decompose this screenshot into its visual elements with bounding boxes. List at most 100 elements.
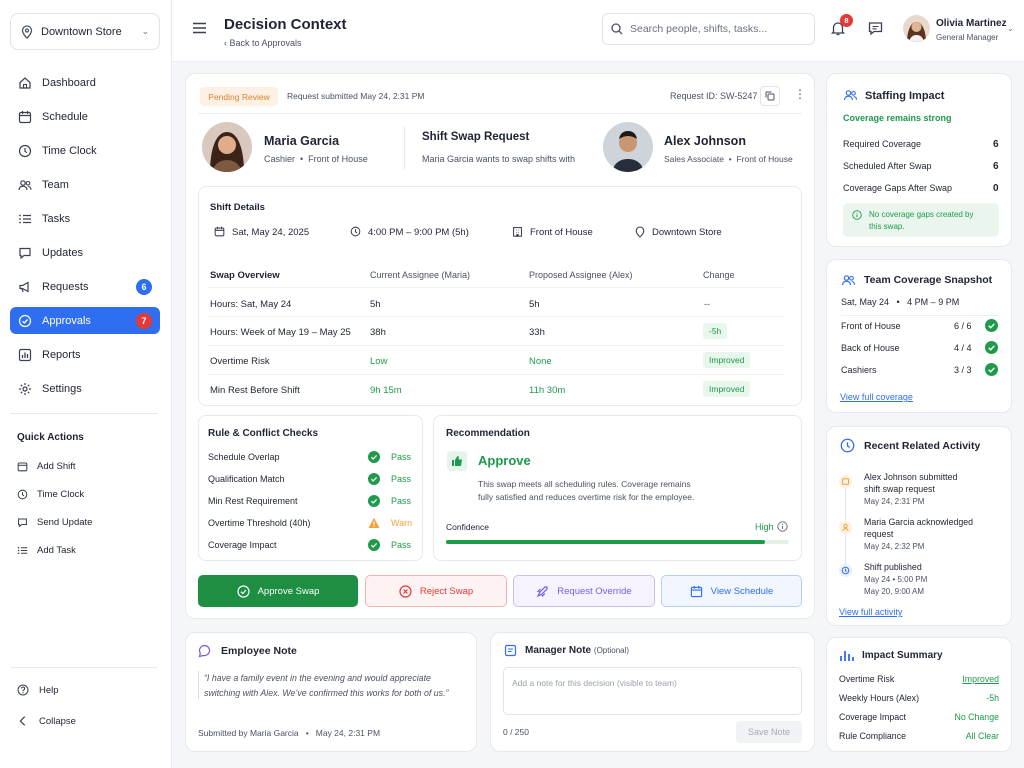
message-icon [18, 517, 27, 528]
sidebar-item-requests[interactable]: Requests 6 [10, 273, 160, 300]
view-full-coverage-link[interactable]: View full coverage [840, 392, 913, 402]
coverage-row-value: 4 / 4 [954, 343, 972, 353]
coverage-row-value: 3 / 3 [954, 365, 972, 375]
collapse-label: Collapse [39, 715, 76, 727]
manager-note-optional: (Optional) [593, 646, 630, 655]
rule-checks-panel: Rule & Conflict Checks Schedule Overlap P… [198, 415, 423, 561]
approve-swap-button[interactable]: Approve Swap [198, 575, 358, 607]
user-avatar[interactable] [903, 15, 930, 42]
store-selector[interactable]: Downtown Store ⌄ [10, 13, 160, 50]
info-icon [852, 210, 862, 220]
request-override-button[interactable]: Request Override [513, 575, 655, 607]
chat-icon[interactable] [868, 21, 883, 36]
manager-note-textarea[interactable]: Add a note for this decision (visible to… [503, 667, 802, 715]
rule-check-label: Qualification Match [208, 474, 285, 484]
sidebar-item-settings[interactable]: Settings [10, 375, 160, 402]
calendar-icon [839, 475, 852, 488]
impact-row-label: Rule Compliance [839, 731, 906, 741]
clock-icon [840, 438, 855, 453]
view-schedule-button[interactable]: View Schedule [661, 575, 802, 607]
sidebar-item-tasks[interactable]: Tasks [10, 205, 160, 232]
collapse-button[interactable]: Collapse [17, 715, 76, 727]
megaphone-icon [19, 280, 29, 293]
rule-check-label: Coverage Impact [208, 540, 277, 550]
rule-checks-title: Rule & Conflict Checks [208, 428, 319, 439]
back-to-approvals-link[interactable]: ‹ Back to Approvals [224, 38, 302, 48]
overview-row-proposed: 5h [529, 299, 540, 310]
coverage-row-label: Back of House [841, 343, 900, 353]
bar-chart-icon [840, 651, 854, 661]
chevron-down-icon: ⌄ [141, 26, 149, 36]
more-options-icon[interactable]: ⋮ [794, 88, 806, 100]
copy-id-button[interactable] [760, 86, 780, 106]
thumbs-up-icon [447, 451, 467, 471]
shift-details-title: Shift Details [210, 202, 265, 213]
approve-label: Approve Swap [257, 585, 320, 597]
sidebar-item-team[interactable]: Team [10, 171, 160, 198]
view-full-activity-link[interactable]: View full activity [839, 607, 902, 617]
chevron-down-icon[interactable]: ⌄ [1007, 24, 1014, 33]
overview-row-label: Hours: Sat, May 24 [210, 299, 292, 310]
activity-time: May 24 • 5:00 PM [864, 575, 928, 584]
sidebar-divider [10, 413, 158, 414]
notification-count-badge: 8 [840, 14, 853, 27]
recent-activity-card: Recent Related Activity Alex Johnson sub… [826, 426, 1012, 626]
staffing-note-line2: this swap. [869, 222, 905, 231]
impact-summary-card: Impact Summary Overtime Risk Improved Week… [826, 637, 1012, 752]
list-icon [19, 214, 31, 223]
sidebar-item-time-clock[interactable]: Time Clock [10, 137, 160, 164]
sidebar-item-label: Dashboard [42, 76, 96, 89]
location-pin-icon [21, 24, 33, 39]
quick-action-time-clock[interactable]: Time Clock [17, 484, 92, 504]
divider [404, 126, 405, 170]
sidebar-item-updates[interactable]: Updates [10, 239, 160, 266]
help-link[interactable]: Help [17, 684, 59, 696]
info-icon[interactable] [777, 521, 788, 532]
rule-check-status: Pass [391, 540, 412, 550]
search-input[interactable]: Search people, shifts, tasks... [602, 13, 815, 45]
reject-swap-button[interactable]: Reject Swap [365, 575, 507, 607]
check-circle-icon [368, 495, 380, 507]
sidebar-item-label: Approvals [42, 314, 91, 327]
back-label: Back to Approvals [229, 38, 302, 48]
alex-avatar [603, 122, 653, 172]
rule-check-status: Warn [391, 518, 413, 528]
divider [207, 316, 785, 317]
quick-action-label: Add Task [37, 544, 76, 556]
location-pin-icon [635, 226, 645, 238]
rule-check-status: Pass [391, 496, 412, 506]
shift-date: Sat, May 24, 2025 [232, 227, 310, 238]
confidence-fill [446, 540, 765, 544]
staffing-row-label: Coverage Gaps After Swap [843, 183, 953, 193]
save-note-button[interactable]: Save Note [736, 721, 802, 743]
overview-row-change-tag: Improved [703, 352, 751, 368]
reject-label: Reject Swap [419, 585, 474, 597]
sidebar-item-approvals[interactable]: Approvals 7 [10, 307, 160, 334]
recent-activity-title: Recent Related Activity [864, 440, 981, 452]
sidebar-item-schedule[interactable]: Schedule [10, 103, 160, 130]
rule-check-status: Pass [391, 474, 412, 484]
quick-action-send-update[interactable]: Send Update [17, 512, 92, 532]
sidebar-item-label: Time Clock [42, 144, 97, 157]
shift-location: Downtown Store [652, 227, 722, 238]
sidebar-item-dashboard[interactable]: Dashboard [10, 69, 160, 96]
sidebar-item-reports[interactable]: Reports [10, 341, 160, 368]
quick-action-add-shift[interactable]: Add Shift [17, 456, 92, 476]
activity-line1: Shift published [864, 562, 922, 572]
calendar-icon [214, 226, 225, 237]
menu-icon[interactable] [192, 22, 207, 34]
sidebar-item-label: Schedule [42, 110, 88, 123]
calendar-icon [17, 461, 28, 471]
overview-row-current: Low [370, 356, 388, 367]
rule-check-label: Min Rest Requirement [208, 496, 298, 506]
employee-note-line1: “I have a family event in the evening an… [204, 673, 431, 683]
home-icon [19, 76, 31, 89]
impact-summary-title: Impact Summary [862, 650, 943, 661]
clock-icon [18, 144, 32, 157]
to-employee-dept: Front of House [736, 154, 793, 164]
check-circle-icon [985, 341, 998, 354]
quick-action-add-task[interactable]: Add Task [17, 540, 92, 560]
chart-icon [18, 348, 32, 361]
quick-actions: Add Shift Time Clock Send Update Add Tas… [17, 456, 92, 568]
rocket-icon [536, 585, 548, 597]
